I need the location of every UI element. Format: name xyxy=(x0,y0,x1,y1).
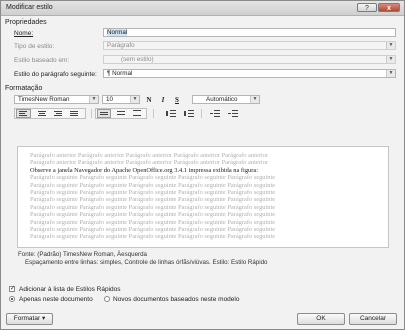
based-on-value: (sem estilo) xyxy=(121,56,154,63)
next-style-value: ¶ Normal xyxy=(107,70,133,77)
name-label: Nome: xyxy=(14,30,34,37)
dropdown-arrow-icon: ▼ xyxy=(130,96,139,103)
add-quick-styles-label: Adicionar à lista de Estilos Rápidos xyxy=(19,286,121,293)
preview-next-line: Parágrafo seguinte Parágrafo seguinte Pa… xyxy=(30,226,276,234)
align-center-button[interactable] xyxy=(35,109,49,118)
dropdown-arrow-icon: ▼ xyxy=(386,70,395,77)
decrease-indent-icon[interactable] xyxy=(209,109,221,118)
font-size-value: 10 xyxy=(106,96,114,103)
dropdown-arrow-icon: ▼ xyxy=(386,56,395,63)
dropdown-arrow-icon: ▼ xyxy=(386,42,395,49)
formatting-section-label: Formatação xyxy=(5,85,43,92)
new-documents-radio[interactable] xyxy=(104,296,110,302)
font-select[interactable]: TimesNew Roman ▼ xyxy=(14,95,99,104)
properties-section-label: Propriedades xyxy=(5,19,47,26)
font-color-select[interactable]: Automático ▼ xyxy=(192,95,260,104)
preview-next-line: Parágrafo seguinte Parágrafo seguinte Pa… xyxy=(30,174,276,182)
next-style-select[interactable]: ¶ Normal ▼ xyxy=(103,69,396,78)
title-bar: Modificar estilo ? x xyxy=(1,1,404,16)
preview-previous-line: Parágrafo anterior Parágrafo anterior Pa… xyxy=(30,152,268,159)
dropdown-arrow-icon: ▼ xyxy=(250,96,259,103)
format-menu-button[interactable]: Formatar ▾ xyxy=(6,313,53,325)
based-on-label: Estilo baseado em: xyxy=(14,57,70,64)
space-before-icon[interactable] xyxy=(165,109,177,118)
preview-next-line: Parágrafo seguinte Parágrafo seguinte Pa… xyxy=(30,218,276,226)
style-type-select[interactable]: Parágrafo ▼ xyxy=(103,41,396,50)
dialog-title: Modificar estilo xyxy=(6,4,53,11)
close-button[interactable]: x xyxy=(378,3,400,12)
checkmark-icon: ✓ xyxy=(10,286,16,292)
toolbar-separator xyxy=(153,109,154,118)
font-value: TimesNew Roman xyxy=(18,96,70,103)
preview-next-line: Parágrafo seguinte Parágrafo seguinte Pa… xyxy=(30,203,276,211)
only-this-document-radio[interactable] xyxy=(9,296,15,302)
based-on-select[interactable]: (sem estilo) ▼ xyxy=(103,55,396,64)
preview-next-line: Parágrafo seguinte Parágrafo seguinte Pa… xyxy=(30,233,276,241)
font-color-value: Automático xyxy=(206,96,238,103)
toolbar-separator xyxy=(201,109,202,118)
style-description-line2: Espaçamento entre linhas: simples, Contr… xyxy=(25,259,268,266)
align-left-button[interactable] xyxy=(16,109,31,118)
preview-previous-line: Parágrafo anterior Parágrafo anterior Pa… xyxy=(30,159,268,167)
new-documents-label: Novos documentos baseados neste modelo xyxy=(113,296,240,303)
italic-button[interactable]: I xyxy=(158,95,168,104)
preview-next-line: Parágrafo seguinte Parágrafo seguinte Pa… xyxy=(30,181,276,189)
style-type-label: Tipo de estilo: xyxy=(14,43,55,50)
style-type-value: Parágrafo xyxy=(107,42,135,49)
one-half-spacing-button[interactable] xyxy=(114,109,128,118)
preview-next-line: Parágrafo seguinte Parágrafo seguinte Pa… xyxy=(30,211,276,219)
toolbar-separator xyxy=(91,109,92,118)
single-spacing-button[interactable] xyxy=(97,109,111,118)
underline-button[interactable]: S xyxy=(172,95,182,104)
add-quick-styles-checkbox[interactable]: ✓ xyxy=(9,286,15,292)
modify-style-dialog: Modificar estilo ? x Propriedades Nome: … xyxy=(0,0,405,330)
name-field[interactable]: Normal xyxy=(103,28,396,37)
next-style-label: Estilo do parágrafo seguinte: xyxy=(14,71,97,78)
preview-next-line: Parágrafo seguinte Parágrafo seguinte Pa… xyxy=(30,196,276,204)
increase-indent-icon[interactable] xyxy=(227,109,239,118)
justify-button[interactable] xyxy=(67,109,81,118)
chevron-down-icon: ▾ xyxy=(41,315,46,322)
style-description-line1: Fonte: (Padrão) TimesNew Roman, Àesquerd… xyxy=(18,251,147,258)
preview-next-line: Parágrafo seguinte Parágrafo seguinte Pa… xyxy=(30,189,276,197)
format-button-label: Formatar xyxy=(13,315,41,322)
cancel-button[interactable]: Cancelar xyxy=(349,313,397,325)
preview-current-paragraph: Observe a janela Navegador do Apache Ope… xyxy=(30,166,258,174)
help-button[interactable]: ? xyxy=(357,3,377,12)
only-this-document-label: Apenas neste documento xyxy=(19,296,93,303)
ok-button[interactable]: OK xyxy=(297,313,345,325)
style-preview: Parágrafo anterior Parágrafo anterior Pa… xyxy=(17,146,389,248)
bold-button[interactable]: N xyxy=(144,95,154,104)
double-spacing-button[interactable] xyxy=(130,109,144,118)
align-right-button[interactable] xyxy=(51,109,65,118)
dropdown-arrow-icon: ▼ xyxy=(89,96,98,103)
name-value: Normal xyxy=(107,29,128,36)
space-after-icon[interactable] xyxy=(183,109,195,118)
font-size-select[interactable]: 10 ▼ xyxy=(102,95,140,104)
